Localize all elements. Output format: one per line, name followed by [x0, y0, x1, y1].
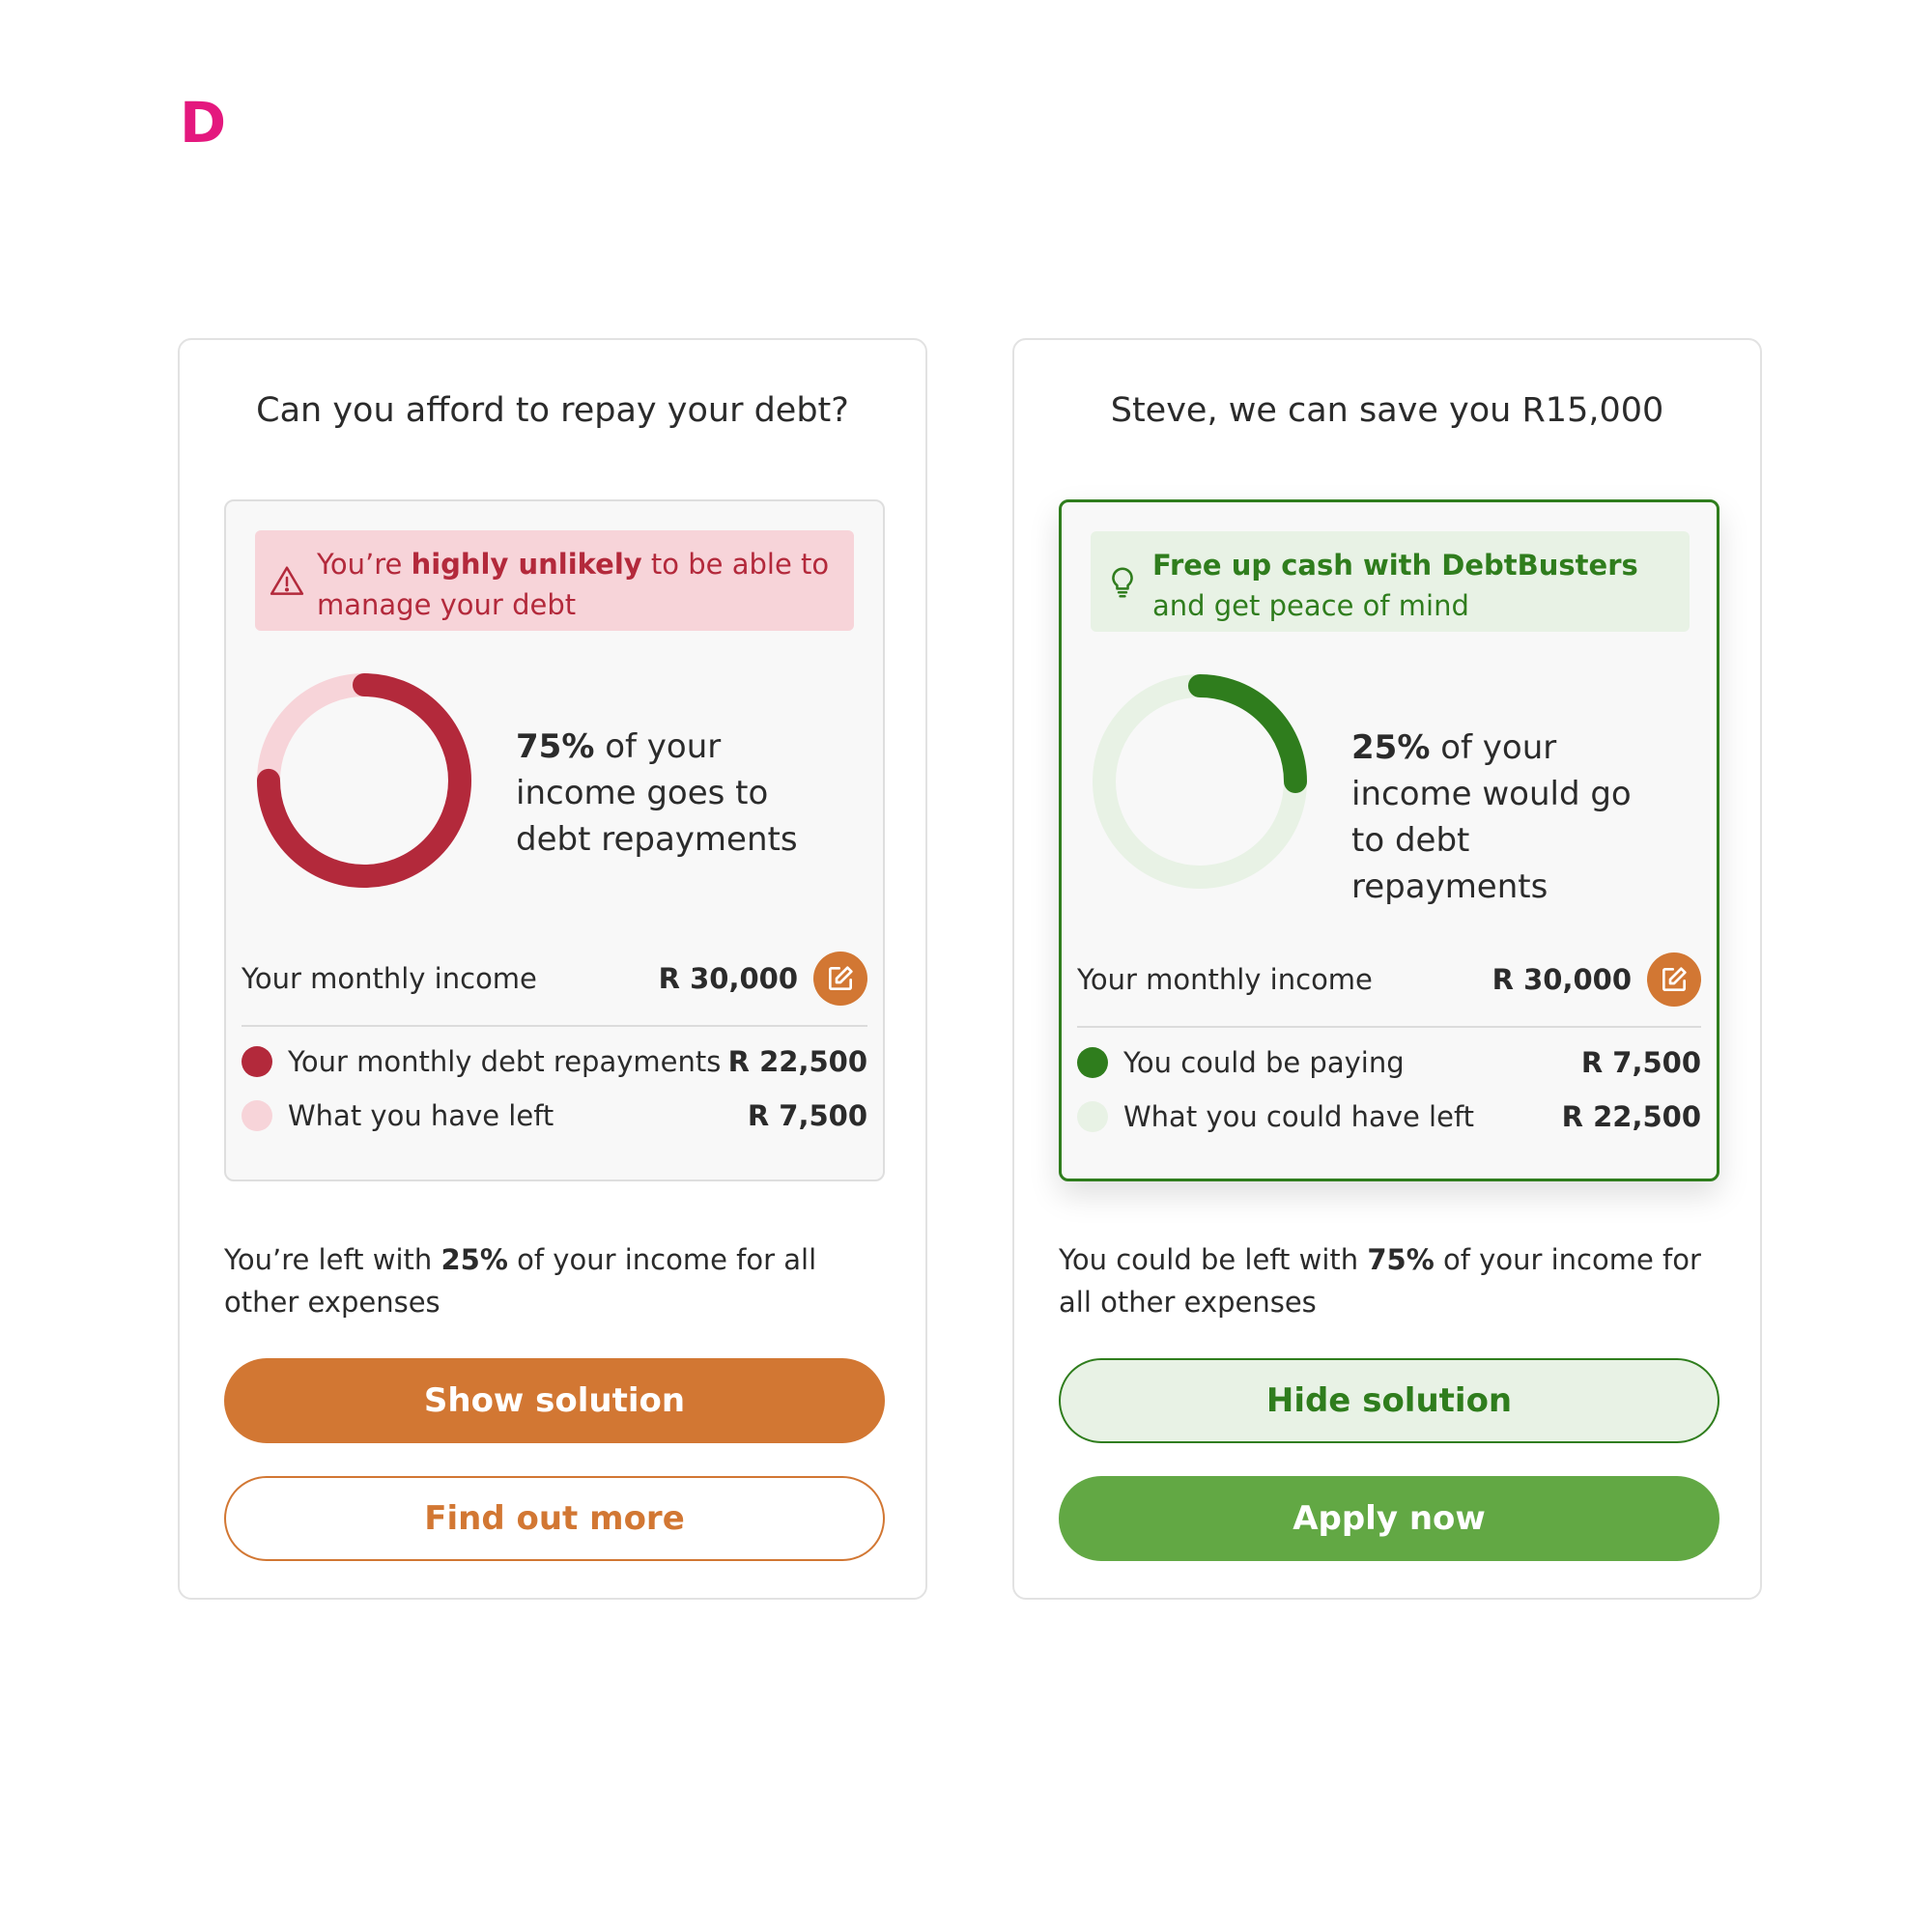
banner-text-suffix: and get peace of mind	[1152, 589, 1469, 622]
legend-dot-paying	[1077, 1047, 1108, 1078]
legend-dot-remaining	[242, 1100, 272, 1131]
remaining-income-row: What you have left R 7,500	[242, 1093, 867, 1139]
summary-text: You could be left with 75% of your incom…	[1059, 1238, 1725, 1323]
could-be-paying-row: You could be paying R 7,500	[1077, 1039, 1701, 1086]
summary-text: You’re left with 25% of your income for …	[224, 1238, 891, 1323]
edit-icon	[829, 966, 853, 990]
tip-banner: Free up cash with DebtBusters and get pe…	[1091, 531, 1690, 632]
debt-ratio-statement: 25% of your income would go to debt repa…	[1351, 724, 1670, 910]
debt-ratio-donut	[257, 673, 471, 888]
debt-ratio-percent: 75%	[516, 727, 595, 766]
legend-dot-debt	[242, 1046, 272, 1077]
warning-banner: You’re highly unlikely to be able to man…	[255, 530, 854, 631]
banner-text-emphasis: Free up cash with DebtBusters	[1152, 549, 1638, 582]
debt-ratio-statement: 75% of your income goes to debt repaymen…	[516, 724, 835, 863]
card-title: Can you afford to repay your debt?	[256, 391, 849, 430]
monthly-income-label: Your monthly income	[242, 962, 537, 995]
warning-triangle-icon	[270, 566, 304, 595]
monthly-income-value: R 30,000	[1492, 963, 1632, 996]
could-be-paying-value: R 7,500	[1580, 1046, 1701, 1079]
monthly-income-row: Your monthly income R 30,000	[242, 952, 867, 1006]
monthly-income-value: R 30,000	[658, 962, 798, 995]
card-title: Steve, we can save you R15,000	[1110, 391, 1664, 430]
brand-logo: D	[180, 90, 227, 156]
hide-solution-button[interactable]: Hide solution	[1059, 1358, 1719, 1443]
summary-prefix: You’re left with	[224, 1243, 441, 1276]
banner-text-emphasis: highly unlikely	[411, 548, 642, 581]
summary-percent: 25%	[440, 1243, 508, 1276]
monthly-income-row: Your monthly income R 30,000	[1077, 952, 1701, 1007]
affordability-panel: You’re highly unlikely to be able to man…	[224, 499, 885, 1181]
could-have-left-row: What you could have left R 22,500	[1077, 1094, 1701, 1140]
solution-panel: Free up cash with DebtBusters and get pe…	[1059, 499, 1719, 1181]
apply-now-button[interactable]: Apply now	[1059, 1476, 1719, 1561]
divider	[242, 1025, 867, 1027]
debt-ratio-percent: 25%	[1351, 728, 1431, 767]
summary-percent: 75%	[1367, 1243, 1435, 1276]
debt-repayments-row: Your monthly debt repayments R 22,500	[242, 1038, 867, 1085]
debt-ratio-donut	[1093, 674, 1307, 889]
divider	[1077, 1026, 1701, 1028]
could-have-left-value: R 22,500	[1561, 1100, 1701, 1133]
remaining-income-label: What you have left	[288, 1099, 554, 1132]
find-out-more-button[interactable]: Find out more	[224, 1476, 885, 1561]
edit-income-button[interactable]	[1647, 952, 1701, 1007]
lightbulb-icon	[1112, 567, 1133, 598]
show-solution-button[interactable]: Show solution	[224, 1358, 885, 1443]
debt-repayments-label: Your monthly debt repayments	[288, 1045, 722, 1078]
edit-income-button[interactable]	[813, 952, 867, 1006]
could-be-paying-label: You could be paying	[1123, 1046, 1405, 1079]
could-have-left-label: What you could have left	[1123, 1100, 1475, 1133]
debt-repayments-value: R 22,500	[727, 1045, 867, 1078]
banner-text-prefix: You’re	[317, 548, 412, 581]
summary-prefix: You could be left with	[1059, 1243, 1368, 1276]
legend-dot-left	[1077, 1101, 1108, 1132]
savings-solution-card: Steve, we can save you R15,000 Free up c…	[1012, 338, 1762, 1600]
debt-affordability-card: Can you afford to repay your debt? You’r…	[178, 338, 927, 1600]
monthly-income-label: Your monthly income	[1077, 963, 1373, 996]
edit-icon	[1662, 967, 1687, 991]
remaining-income-value: R 7,500	[747, 1099, 867, 1132]
